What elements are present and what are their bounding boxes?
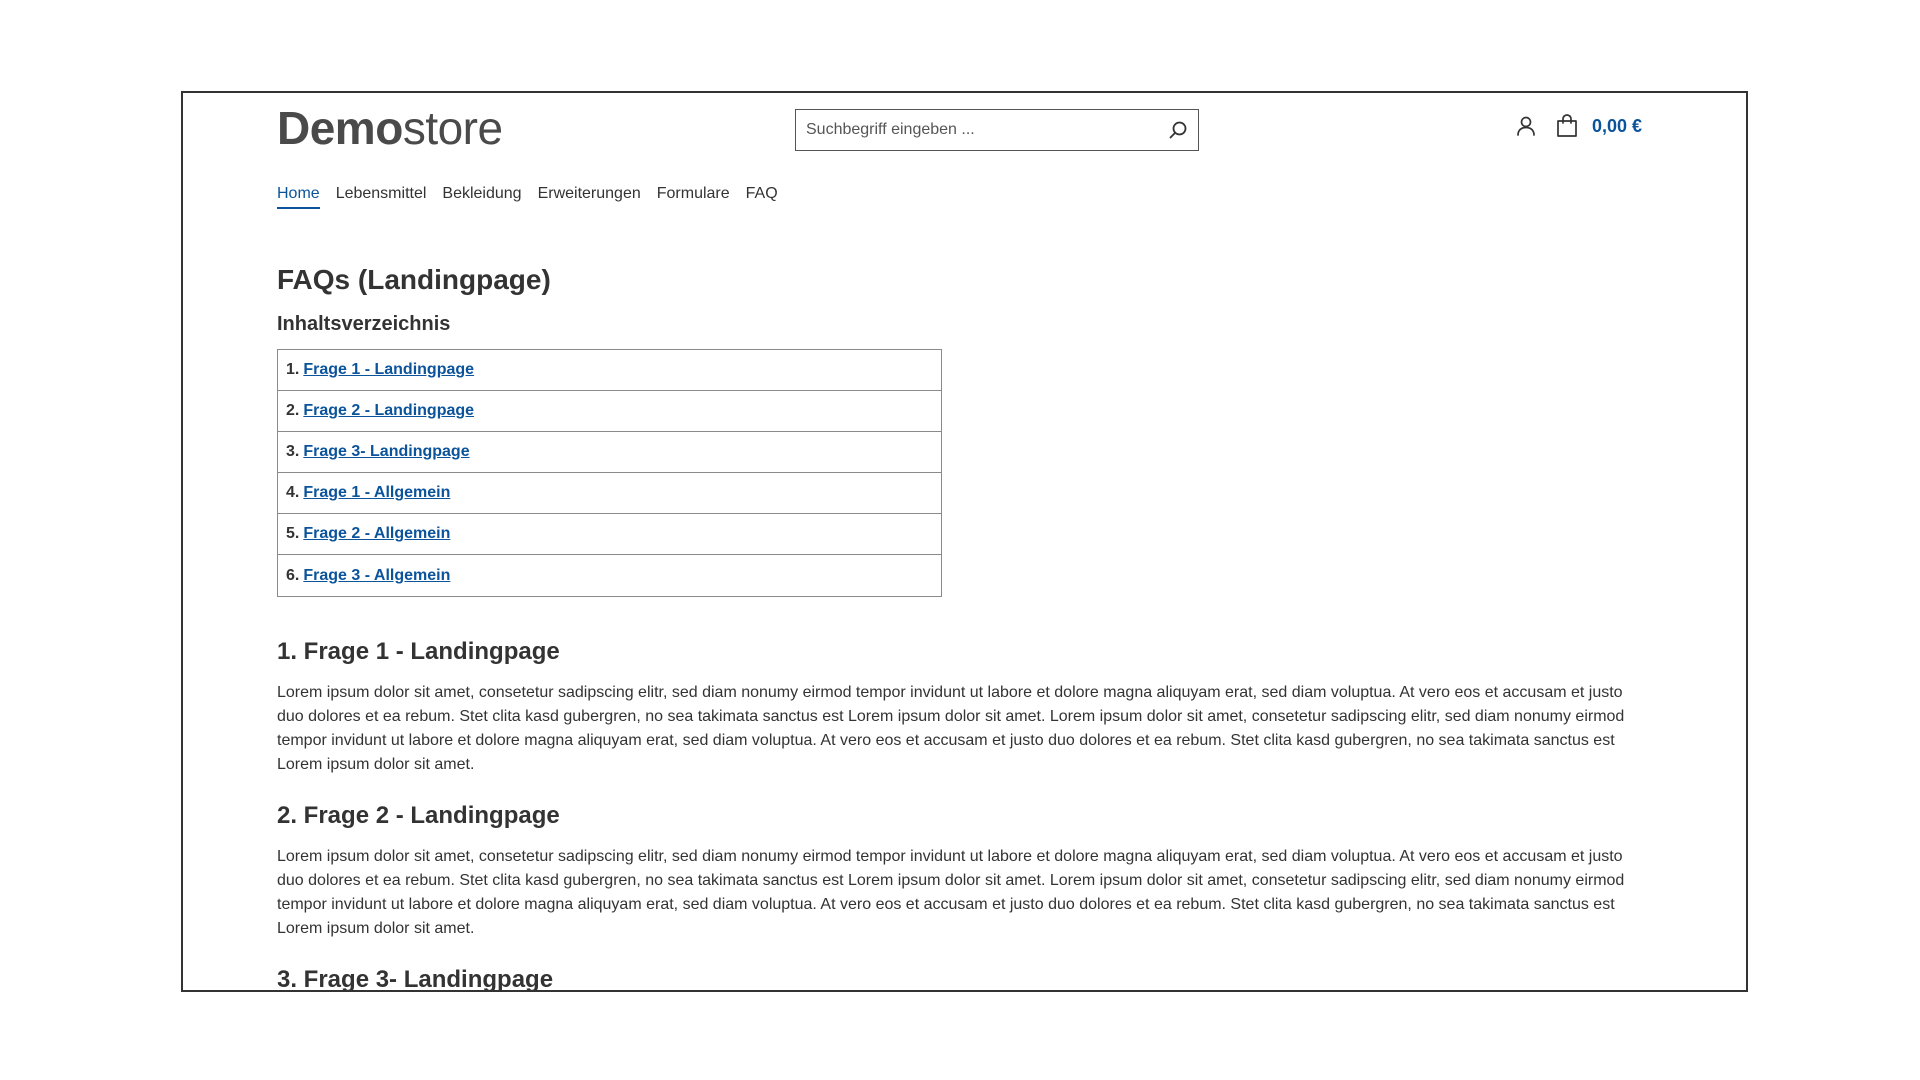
toc-link[interactable]: Frage 3 - Allgemein: [303, 567, 450, 585]
logo[interactable]: Demostore: [277, 103, 503, 153]
toc-number: 2.: [286, 402, 300, 419]
search-box: [795, 109, 1199, 151]
account-button[interactable]: [1514, 114, 1538, 138]
toc-row: 5. Frage 2 - Allgemein: [278, 514, 941, 555]
nav-item-erweiterungen[interactable]: Erweiterungen: [538, 185, 641, 209]
toc-row: 3. Frage 3- Landingpage: [278, 432, 941, 473]
page-title: FAQs (Landingpage): [277, 264, 551, 295]
toc-link[interactable]: Frage 1 - Landingpage: [303, 361, 474, 379]
toc-link[interactable]: Frage 3- Landingpage: [303, 443, 469, 461]
shopping-bag-icon: [1557, 114, 1577, 137]
user-icon: [1517, 116, 1535, 136]
search-input[interactable]: [796, 111, 1158, 149]
section-text: Lorem ipsum dolor sit amet, consetetur s…: [277, 684, 1625, 773]
section-text: Lorem ipsum dolor sit amet, consetetur s…: [277, 848, 1625, 937]
main-navigation: Home Lebensmittel Bekleidung Erweiterung…: [277, 185, 778, 209]
toc-number: 1.: [286, 361, 300, 378]
nav-item-formulare[interactable]: Formulare: [657, 185, 730, 209]
section-title: 2. Frage 2 - Landingpage: [277, 802, 560, 829]
main-content: FAQs (Landingpage) Inhaltsverzeichnis 1.…: [277, 263, 1642, 992]
page-container: Demostore Suchbegriff eingeben ... 0,00 …: [277, 93, 1642, 990]
nav-item-lebensmittel[interactable]: Lebensmittel: [336, 185, 427, 209]
section-title: 3. Frage 3- Landingpage: [277, 966, 554, 992]
toc-number: 4.: [286, 484, 300, 501]
nav-item-home[interactable]: Home: [277, 185, 320, 209]
cart-total: 0,00 €: [1591, 115, 1642, 136]
toc-row: 4. Frage 1 - Allgemein: [278, 473, 941, 514]
header: Demostore Suchbegriff eingeben ... 0,00 …: [277, 93, 1642, 173]
table-of-contents: 1. Frage 1 - Landingpage 2. Frage 2 - La…: [277, 349, 942, 597]
toc-title: Inhaltsverzeichnis: [277, 313, 451, 335]
section-title: 1. Frage 1 - Landingpage: [277, 638, 560, 665]
toc-link[interactable]: Frage 2 - Allgemein: [303, 525, 450, 543]
toc-link[interactable]: Frage 2 - Landingpage: [303, 402, 474, 420]
search-icon: [1169, 121, 1187, 139]
browser-viewport: Demostore Suchbegriff eingeben ... 0,00 …: [181, 91, 1748, 992]
toc-row: 6. Frage 3 - Allgemein: [278, 555, 941, 596]
toc-link[interactable]: Frage 1 - Allgemein: [303, 484, 450, 502]
toc-number: 6.: [286, 566, 300, 584]
toc-row: 2. Frage 2 - Landingpage: [278, 391, 941, 432]
logo-light-text: store: [402, 102, 503, 154]
header-actions: 0,00 €: [1514, 113, 1642, 139]
nav-item-bekleidung[interactable]: Bekleidung: [442, 185, 521, 209]
search-button[interactable]: [1158, 110, 1198, 150]
cart-button[interactable]: 0,00 €: [1554, 113, 1642, 139]
nav-item-faq[interactable]: FAQ: [746, 185, 778, 209]
logo-bold-text: Demo: [277, 102, 403, 154]
toc-number: 5.: [286, 525, 300, 542]
toc-row: 1. Frage 1 - Landingpage: [278, 350, 941, 391]
toc-number: 3.: [286, 443, 300, 460]
